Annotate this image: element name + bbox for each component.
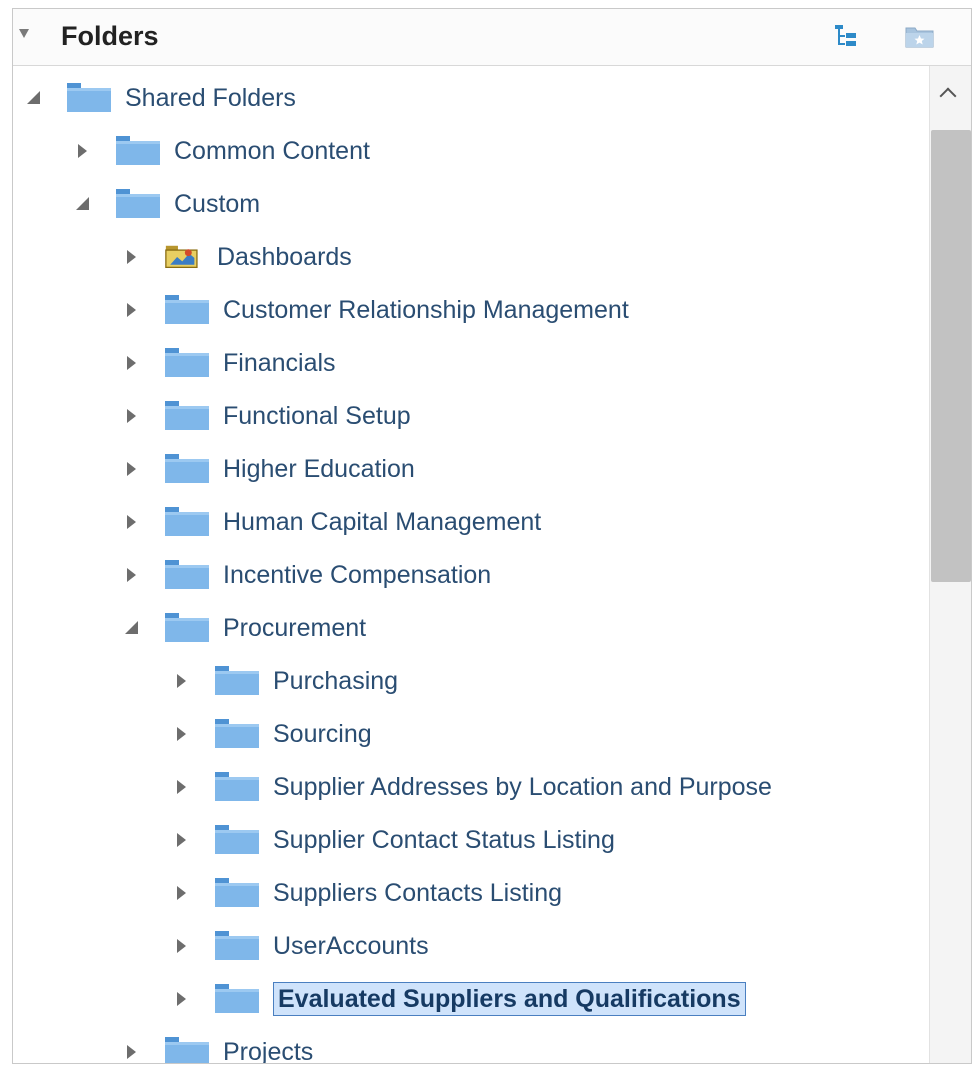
- folder-icon: [116, 136, 160, 165]
- tree-node-sourcing[interactable]: Sourcing: [171, 714, 372, 754]
- tree-node-label: Purchasing: [273, 667, 399, 695]
- new-folder-icon: [905, 27, 934, 48]
- folder-tree: Shared Folders Common Content Custom Das…: [13, 66, 929, 1064]
- collapsed-disclosure-icon[interactable]: [171, 776, 193, 798]
- folders-panel: Folders Shared Folders Common Content Cu…: [12, 8, 972, 1064]
- collapsed-disclosure-icon[interactable]: [121, 246, 143, 268]
- tree-node-functional-setup[interactable]: Functional Setup: [121, 396, 411, 436]
- tree-node-incentive-compensation[interactable]: Incentive Compensation: [121, 555, 491, 595]
- collapsed-disclosure-icon[interactable]: [121, 405, 143, 427]
- tree-node-label: Incentive Compensation: [223, 561, 492, 589]
- tree-node-label: Customer Relationship Management: [223, 296, 629, 324]
- folder-icon: [215, 984, 259, 1013]
- collapsed-disclosure-icon[interactable]: [72, 140, 94, 162]
- tree-node-label: Supplier Addresses by Location and Purpo…: [273, 773, 772, 801]
- tree-node-shared-folders[interactable]: Shared Folders: [23, 78, 296, 118]
- tree-node-label: Custom: [174, 190, 261, 218]
- collapsed-disclosure-icon[interactable]: [171, 670, 193, 692]
- new-folder-button[interactable]: [903, 22, 934, 50]
- folder-icon: [215, 878, 259, 907]
- folder-icon: [215, 772, 259, 801]
- folder-icon: [215, 931, 259, 960]
- tree-node-label: Human Capital Management: [223, 508, 542, 536]
- folder-icon: [165, 348, 209, 377]
- tree-node-label: Procurement: [223, 614, 367, 642]
- scroll-up-icon[interactable]: [939, 87, 957, 105]
- tree-node-crm[interactable]: Customer Relationship Management: [121, 290, 629, 330]
- tree-node-label: Financials: [223, 349, 336, 377]
- folder-icon: [215, 825, 259, 854]
- expanded-disclosure-icon[interactable]: [23, 87, 45, 109]
- tree-node-procurement[interactable]: Procurement: [121, 608, 366, 648]
- tree-node-higher-education[interactable]: Higher Education: [121, 449, 415, 489]
- collapsed-disclosure-icon[interactable]: [121, 299, 143, 321]
- tree-node-hcm[interactable]: Human Capital Management: [121, 502, 541, 542]
- folder-icon: [215, 719, 259, 748]
- folder-icon: [165, 1037, 209, 1063]
- folder-icon: [165, 454, 209, 483]
- collapsed-disclosure-icon[interactable]: [121, 1041, 143, 1063]
- collapsed-disclosure-icon[interactable]: [171, 829, 193, 851]
- panel-title: Folders: [61, 21, 159, 51]
- tree-node-purchasing[interactable]: Purchasing: [171, 661, 398, 701]
- folder-icon: [165, 613, 209, 642]
- tree-node-label: Suppliers Contacts Listing: [273, 879, 563, 907]
- collapsed-disclosure-icon[interactable]: [171, 935, 193, 957]
- collapsed-disclosure-icon[interactable]: [121, 458, 143, 480]
- tree-node-label: Sourcing: [273, 720, 372, 748]
- folder-icon: [116, 189, 160, 218]
- collapse-panel-icon[interactable]: [19, 29, 29, 38]
- selected-tree-node-label[interactable]: Evaluated Suppliers and Qualifications: [273, 982, 746, 1016]
- folder-icon: [165, 560, 209, 589]
- dashboard-folder-icon: [165, 245, 198, 269]
- collapsed-disclosure-icon[interactable]: [171, 882, 193, 904]
- collapsed-disclosure-icon[interactable]: [171, 988, 193, 1010]
- collapsed-disclosure-icon[interactable]: [121, 564, 143, 586]
- tree-node-suppliers-contacts[interactable]: Suppliers Contacts Listing: [171, 873, 562, 913]
- panel-header: Folders: [13, 9, 971, 66]
- tree-node-label: Projects: [223, 1038, 314, 1064]
- tree-node-label: Shared Folders: [125, 84, 296, 112]
- folder-icon: [165, 401, 209, 430]
- tree-node-label: UserAccounts: [273, 932, 429, 960]
- tree-node-financials[interactable]: Financials: [121, 343, 336, 383]
- tree-node-label: Higher Education: [223, 455, 415, 483]
- tree-node-label: Functional Setup: [223, 402, 411, 430]
- tree-node-projects[interactable]: Projects: [121, 1032, 314, 1064]
- tree-node-evaluated-suppliers[interactable]: Evaluated Suppliers and Qualifications: [171, 979, 746, 1019]
- tree-view-button[interactable]: [831, 22, 861, 50]
- vertical-scrollbar[interactable]: [929, 66, 971, 1063]
- tree-node-label: Supplier Contact Status Listing: [273, 826, 615, 854]
- tree-node-label: Dashboards: [217, 243, 352, 271]
- tree-view-icon: [835, 25, 856, 46]
- tree-node-supplier-addresses[interactable]: Supplier Addresses by Location and Purpo…: [171, 767, 772, 807]
- tree-node-dashboards[interactable]: Dashboards: [121, 237, 352, 277]
- tree-node-custom[interactable]: Custom: [72, 184, 260, 224]
- folder-icon: [67, 83, 111, 112]
- folder-icon: [215, 666, 259, 695]
- expanded-disclosure-icon[interactable]: [121, 617, 143, 639]
- collapsed-disclosure-icon[interactable]: [171, 723, 193, 745]
- collapsed-disclosure-icon[interactable]: [121, 511, 143, 533]
- tree-node-user-accounts[interactable]: UserAccounts: [171, 926, 429, 966]
- tree-node-label: Common Content: [174, 137, 370, 165]
- collapsed-disclosure-icon[interactable]: [121, 352, 143, 374]
- tree-node-common-content[interactable]: Common Content: [72, 131, 370, 171]
- folder-icon: [165, 507, 209, 536]
- expanded-disclosure-icon[interactable]: [72, 193, 94, 215]
- folder-icon: [165, 295, 209, 324]
- tree-node-supplier-contact-status[interactable]: Supplier Contact Status Listing: [171, 820, 615, 860]
- scroll-thumb[interactable]: [931, 130, 971, 582]
